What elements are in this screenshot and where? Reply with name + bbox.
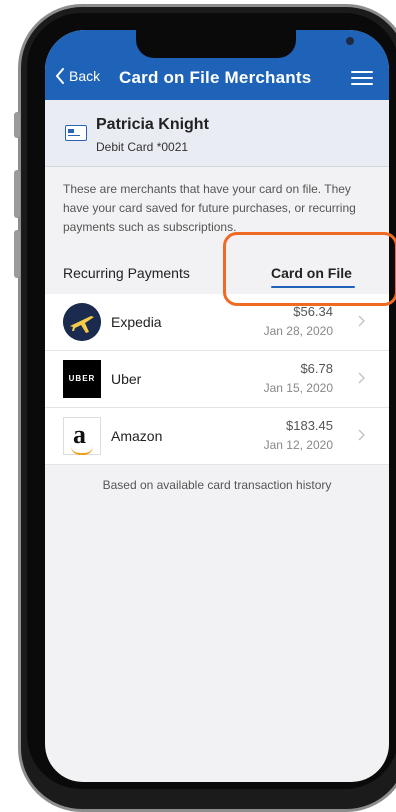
- account-card-number: Debit Card *0021: [96, 140, 189, 154]
- merchant-amount: $6.78: [300, 361, 333, 376]
- chevron-right-icon: [358, 429, 365, 441]
- volume-down-button: [14, 230, 20, 278]
- menu-icon[interactable]: [351, 71, 373, 89]
- merchant-date: Jan 28, 2020: [263, 324, 333, 338]
- merchant-name: Expedia: [111, 314, 162, 330]
- account-header: Patricia Knight Debit Card *0021: [45, 100, 389, 167]
- merchant-row-uber[interactable]: UBER Uber $6.78 Jan 15, 2020: [45, 351, 389, 408]
- phone-screen: Back Card on File Merchants Patricia Kni…: [45, 30, 389, 782]
- chevron-right-icon: [358, 372, 365, 384]
- merchant-date: Jan 15, 2020: [263, 381, 333, 395]
- expedia-logo: [63, 303, 101, 341]
- credit-card-icon: [65, 125, 87, 141]
- merchant-name: Amazon: [111, 428, 163, 444]
- info-text: These are merchants that have your card …: [63, 182, 356, 234]
- merchant-row-amazon[interactable]: a Amazon $183.45 Jan 12, 2020: [45, 408, 389, 465]
- volume-up-button: [14, 170, 20, 218]
- highlight-callout: [223, 232, 396, 306]
- page-title: Card on File Merchants: [119, 68, 312, 87]
- merchant-name: Uber: [111, 371, 142, 387]
- back-label: Back: [69, 68, 101, 84]
- merchant-list: Expedia $56.34 Jan 28, 2020 UBER Uber $6…: [45, 294, 389, 465]
- footer-note: Based on available card transaction hist…: [102, 478, 332, 492]
- back-button[interactable]: Back: [55, 68, 100, 84]
- amazon-logo: a: [63, 417, 101, 455]
- camera-icon: [346, 37, 354, 45]
- mute-switch: [14, 112, 20, 138]
- merchant-date: Jan 12, 2020: [263, 438, 333, 452]
- uber-logo: UBER: [63, 360, 101, 398]
- account-holder-name: Patricia Knight: [96, 116, 209, 133]
- notch: [136, 30, 354, 58]
- merchant-amount: $183.45: [286, 418, 333, 433]
- merchant-amount: $56.34: [293, 304, 333, 319]
- chevron-left-icon: [56, 68, 64, 84]
- chevron-right-icon: [358, 315, 365, 327]
- tab-recurring-payments[interactable]: Recurring Payments: [63, 265, 190, 281]
